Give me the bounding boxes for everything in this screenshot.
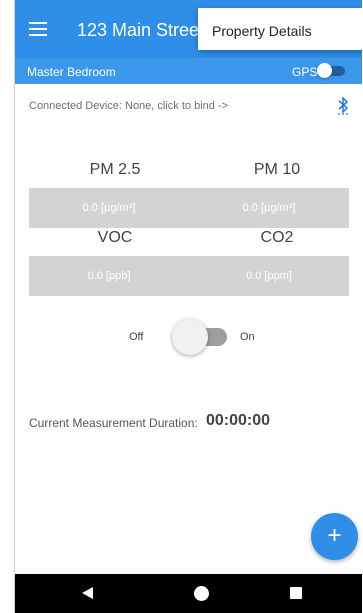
sensor-label-pm10: PM 10 <box>253 161 301 178</box>
sensor-label-voc: VOC <box>97 229 133 246</box>
sensor-value-pm10: 0.0 [µg/m³] <box>189 188 349 228</box>
sensor-value-pm25: 0.0 [µg/m³] <box>29 188 189 228</box>
popup-menu: Property Details <box>198 8 362 50</box>
room-bar: Master Bedroom GPS <box>15 58 362 84</box>
hamburger-menu-icon[interactable] <box>29 22 47 36</box>
home-circle-icon[interactable] <box>194 586 209 601</box>
bluetooth-icon[interactable] <box>337 96 349 116</box>
sensor-label-pm25: PM 2.5 <box>89 161 141 178</box>
plus-icon: + <box>327 522 342 549</box>
app-title: 123 Main Street <box>77 20 205 40</box>
back-triangle-icon[interactable] <box>82 587 93 599</box>
gps-toggle[interactable] <box>317 63 345 78</box>
sensor-value-co2: 0.0 [ppm] <box>189 256 349 296</box>
gps-label: GPS <box>292 65 318 79</box>
sensor-value-voc: 0.0 [ppb] <box>29 256 189 296</box>
room-label[interactable]: Master Bedroom <box>27 65 116 79</box>
connected-device-link[interactable]: Connected Device: None, click to bind -> <box>29 100 228 112</box>
app-screen: 123 Main Street Property Details Master … <box>14 0 362 613</box>
menu-item-property-details[interactable]: Property Details <box>212 23 362 39</box>
add-button[interactable]: + <box>311 513 358 560</box>
duration-label: Current Measurement Duration: <box>29 416 198 430</box>
recents-square-icon[interactable] <box>290 587 302 599</box>
measurement-toggle[interactable] <box>172 319 227 355</box>
system-nav-bar <box>15 574 362 613</box>
toggle-off-label: Off <box>129 331 144 343</box>
gps-toggle-thumb <box>317 63 332 78</box>
toggle-on-label: On <box>240 331 255 343</box>
duration-value: 00:00:00 <box>206 412 271 429</box>
sensor-label-co2: CO2 <box>260 229 294 246</box>
measurement-toggle-thumb <box>172 319 208 355</box>
